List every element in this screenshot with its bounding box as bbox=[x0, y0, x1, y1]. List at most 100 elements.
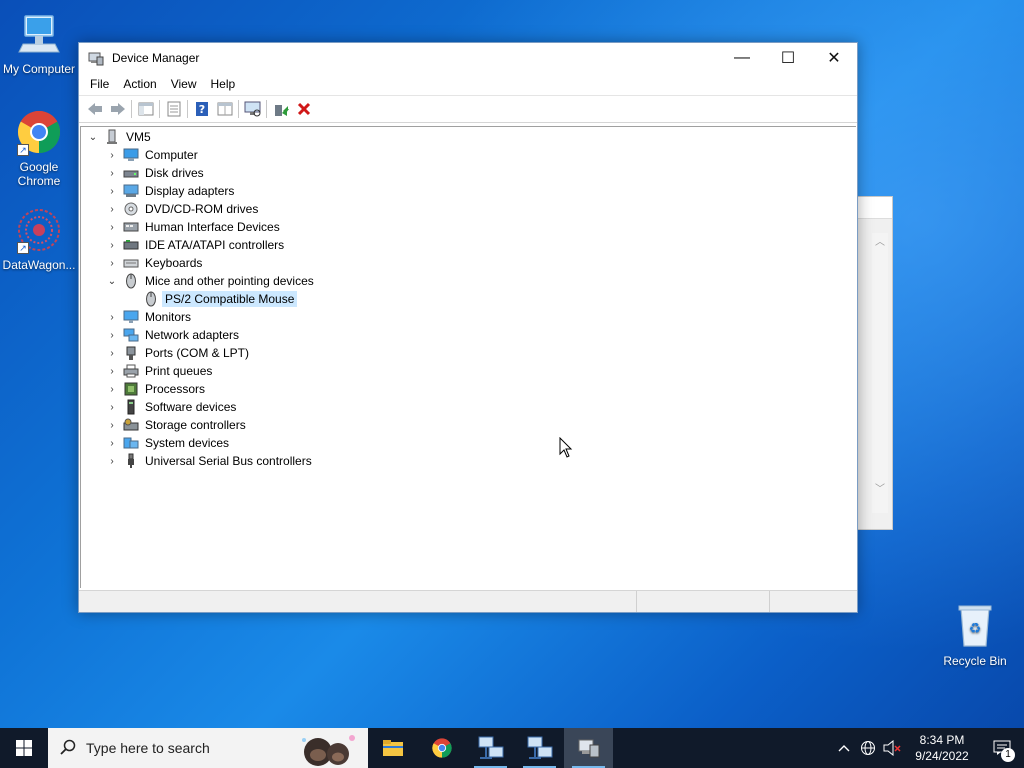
taskbar-network-app-1[interactable] bbox=[466, 728, 515, 768]
chrome-icon bbox=[431, 738, 452, 758]
tree-category-software-devices[interactable]: › Software devices bbox=[105, 398, 236, 416]
chevron-right-icon[interactable]: › bbox=[105, 254, 119, 272]
menu-action[interactable]: Action bbox=[116, 73, 163, 95]
properties-icon[interactable] bbox=[162, 98, 185, 120]
menu-view[interactable]: View bbox=[164, 73, 204, 95]
start-button[interactable] bbox=[0, 728, 48, 768]
device-tree[interactable]: ⌄ VM5 › Computer › Disk drives › Display… bbox=[80, 126, 856, 588]
background-window[interactable]: ︿ ﹀ bbox=[855, 196, 893, 530]
tree-category-dvd-cd-rom-drives[interactable]: › DVD/CD-ROM drives bbox=[105, 200, 258, 218]
chevron-down-icon[interactable]: ⌄ bbox=[86, 128, 100, 146]
tree-category-storage-controllers[interactable]: › Storage controllers bbox=[105, 416, 245, 434]
menu-help[interactable]: Help bbox=[204, 73, 243, 95]
system-tray: 8:34 PM 9/24/2022 1 bbox=[832, 728, 1024, 768]
desktop-icon-google-chrome[interactable]: ↗ Google Chrome bbox=[1, 108, 77, 188]
chevron-right-icon[interactable]: › bbox=[105, 326, 119, 344]
tree-category-mice-and-other-pointing-devices[interactable]: ⌄ Mice and other pointing devices bbox=[105, 272, 314, 290]
update-driver-icon[interactable] bbox=[269, 98, 292, 120]
show-hide-console-tree-icon[interactable] bbox=[134, 98, 157, 120]
uninstall-icon[interactable] bbox=[292, 98, 315, 120]
tree-category-computer[interactable]: › Computer bbox=[105, 146, 197, 164]
tree-category-system-devices[interactable]: › System devices bbox=[105, 434, 229, 452]
forward-icon[interactable] bbox=[106, 98, 129, 120]
window-titlebar[interactable]: Device Manager — ☐ ✕ bbox=[79, 43, 857, 73]
chevron-right-icon[interactable]: › bbox=[105, 344, 119, 362]
taskbar-file-explorer[interactable] bbox=[368, 728, 417, 768]
chevron-right-icon[interactable]: › bbox=[105, 452, 119, 470]
clock[interactable]: 8:34 PM 9/24/2022 bbox=[904, 732, 980, 764]
chevron-right-icon[interactable]: › bbox=[105, 416, 119, 434]
chevron-down-icon[interactable]: ⌄ bbox=[105, 272, 119, 290]
system-device-icon bbox=[123, 435, 139, 451]
taskbar-network-app-2[interactable] bbox=[515, 728, 564, 768]
desktop-icon-label: Google Chrome bbox=[17, 160, 61, 188]
notification-center-icon[interactable]: 1 bbox=[980, 728, 1024, 768]
chevron-up-icon[interactable] bbox=[832, 728, 856, 768]
globe-network-icon[interactable] bbox=[856, 728, 880, 768]
computer-icon bbox=[123, 147, 139, 163]
taskbar-device-manager[interactable] bbox=[564, 728, 613, 768]
taskbar-chrome[interactable] bbox=[417, 728, 466, 768]
status-cell bbox=[79, 591, 637, 612]
chevron-right-icon[interactable]: › bbox=[105, 380, 119, 398]
tree-category-human-interface-devices[interactable]: › Human Interface Devices bbox=[105, 218, 279, 236]
desktop-icon-datawagon[interactable]: ↗ DataWagon... bbox=[1, 206, 77, 272]
volume-muted-icon[interactable] bbox=[880, 728, 904, 768]
background-window-scrollbar[interactable]: ︿ ﹀ bbox=[872, 233, 888, 513]
view-icon[interactable] bbox=[213, 98, 236, 120]
chevron-right-icon[interactable]: › bbox=[105, 362, 119, 380]
tree-category-processors[interactable]: › Processors bbox=[105, 380, 205, 398]
tree-category-disk-drives[interactable]: › Disk drives bbox=[105, 164, 203, 182]
chevron-right-icon[interactable]: › bbox=[105, 434, 119, 452]
chevron-right-icon[interactable]: › bbox=[105, 218, 119, 236]
tree-category-display-adapters[interactable]: › Display adapters bbox=[105, 182, 234, 200]
taskbar-search-box[interactable]: Type here to search bbox=[48, 728, 368, 768]
chevron-right-icon[interactable]: › bbox=[105, 200, 119, 218]
close-button[interactable]: ✕ bbox=[811, 43, 857, 73]
search-highlight-gorilla-icon bbox=[296, 730, 360, 768]
storage-controller-icon bbox=[123, 417, 139, 433]
tree-category-monitors[interactable]: › Monitors bbox=[105, 308, 191, 326]
minimize-button[interactable]: — bbox=[719, 43, 765, 73]
computer-icon bbox=[15, 10, 63, 58]
chevron-right-icon[interactable]: › bbox=[105, 398, 119, 416]
chevron-right-icon[interactable]: › bbox=[105, 164, 119, 182]
toolbar-separator bbox=[187, 100, 188, 118]
tree-device-ps2-compatible-mouse[interactable]: PS/2 Compatible Mouse bbox=[143, 290, 298, 308]
desktop-icon-recycle-bin[interactable]: ♻ Recycle Bin bbox=[937, 602, 1013, 668]
tree-category-label: System devices bbox=[145, 436, 230, 450]
tree-category-ports-com-lpt[interactable]: › Ports (COM & LPT) bbox=[105, 344, 249, 362]
chevron-down-icon[interactable]: ﹀ bbox=[872, 480, 888, 495]
tree-category-label: Monitors bbox=[145, 310, 192, 324]
chevron-right-icon[interactable]: › bbox=[105, 146, 119, 164]
svg-text:?: ? bbox=[198, 103, 204, 116]
chevron-right-icon[interactable]: › bbox=[105, 182, 119, 200]
menu-bar: File Action View Help bbox=[79, 73, 857, 95]
mouse-cursor-icon bbox=[559, 436, 573, 459]
scan-hardware-icon[interactable] bbox=[241, 98, 264, 120]
toolbar: ? bbox=[79, 95, 857, 123]
usb-icon bbox=[123, 453, 139, 469]
datawagon-icon: ↗ bbox=[15, 206, 63, 254]
tree-category-label: Universal Serial Bus controllers bbox=[145, 454, 312, 468]
window-title: Device Manager bbox=[112, 51, 200, 65]
svg-text:♻: ♻ bbox=[969, 621, 982, 637]
desktop-icon-label: My Computer bbox=[2, 62, 76, 76]
taskbar: Type here to search 8:34 PM 9/24/2022 1 bbox=[0, 728, 1024, 768]
chevron-right-icon[interactable]: › bbox=[105, 308, 119, 326]
chevron-up-icon[interactable]: ︿ bbox=[872, 233, 888, 248]
background-window-titlebar[interactable] bbox=[856, 197, 892, 219]
desktop-icon-my-computer[interactable]: My Computer bbox=[1, 10, 77, 76]
tree-category-print-queues[interactable]: › Print queues bbox=[105, 362, 212, 380]
tree-category-universal-serial-bus-controllers[interactable]: › Universal Serial Bus controllers bbox=[105, 452, 312, 470]
menu-file[interactable]: File bbox=[83, 73, 116, 95]
back-icon[interactable] bbox=[83, 98, 106, 120]
chevron-right-icon[interactable]: › bbox=[105, 236, 119, 254]
tree-category-ide-ata-atapi-controllers[interactable]: › IDE ATA/ATAPI controllers bbox=[105, 236, 284, 254]
help-icon[interactable]: ? bbox=[190, 98, 213, 120]
tree-category-keyboards[interactable]: › Keyboards bbox=[105, 254, 202, 272]
tree-root-vm5[interactable]: ⌄ VM5 bbox=[86, 128, 151, 146]
maximize-button[interactable]: ☐ bbox=[765, 43, 811, 73]
tree-category-label: DVD/CD-ROM drives bbox=[145, 202, 259, 216]
tree-category-network-adapters[interactable]: › Network adapters bbox=[105, 326, 239, 344]
